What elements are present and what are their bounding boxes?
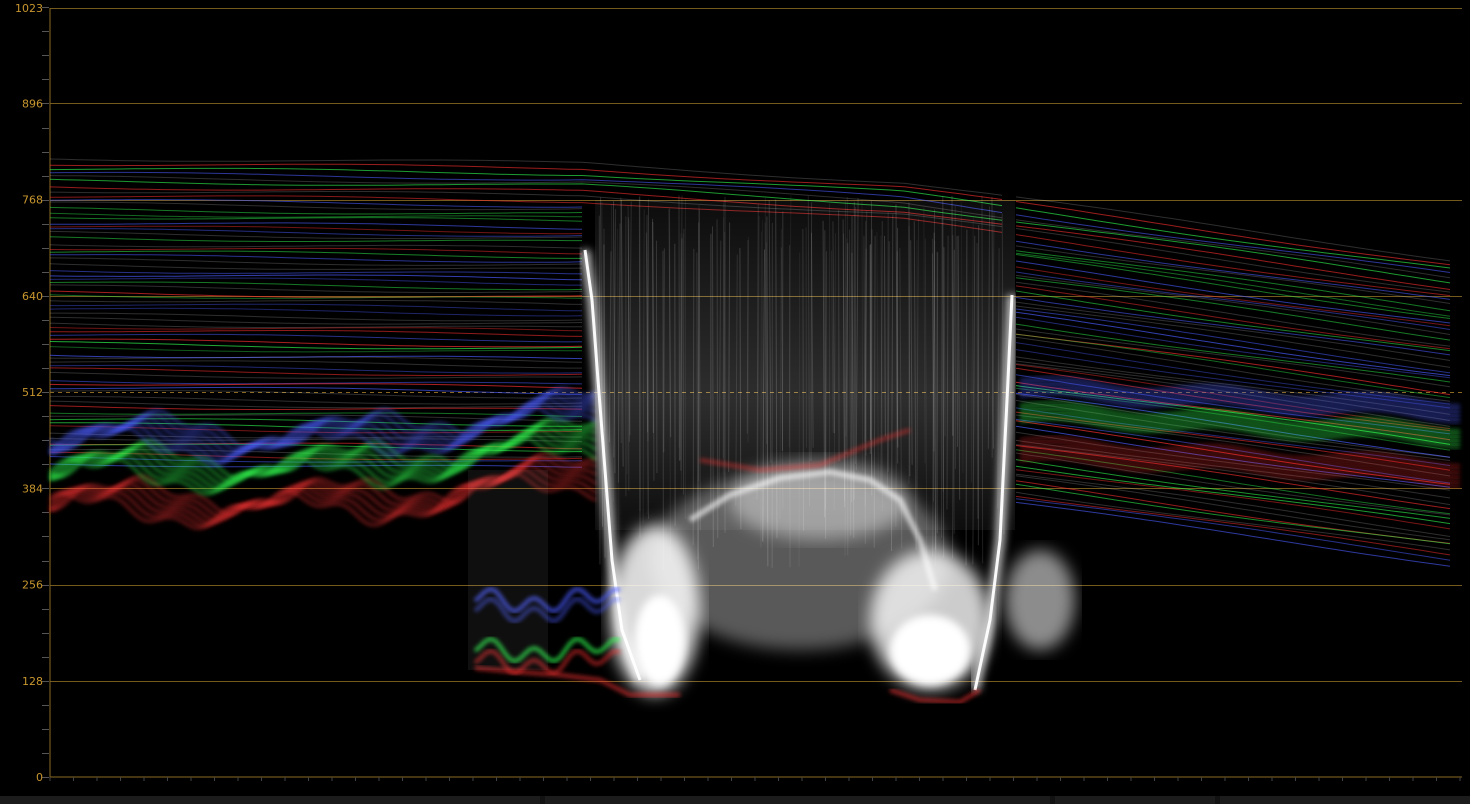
scale-label: 0	[36, 771, 43, 784]
waveform-trace	[48, 158, 1461, 705]
scale-label: 896	[22, 97, 43, 110]
waveform-scope: 1023 896 768 640 512 384 256 128 0	[0, 0, 1470, 804]
scale-label: 256	[22, 579, 43, 592]
scale-labels: 1023 896 768 640 512 384 256 128 0	[15, 2, 43, 784]
scale-label: 1023	[15, 2, 43, 15]
scale-label: 640	[22, 290, 43, 303]
scale-label: 384	[22, 482, 43, 495]
scale-label: 128	[22, 675, 43, 688]
scale-label: 768	[22, 194, 43, 207]
scale-label: 512	[22, 386, 43, 399]
scope-footer-bar	[0, 796, 1470, 804]
waveform-canvas: 1023 896 768 640 512 384 256 128 0	[15, 2, 1462, 784]
